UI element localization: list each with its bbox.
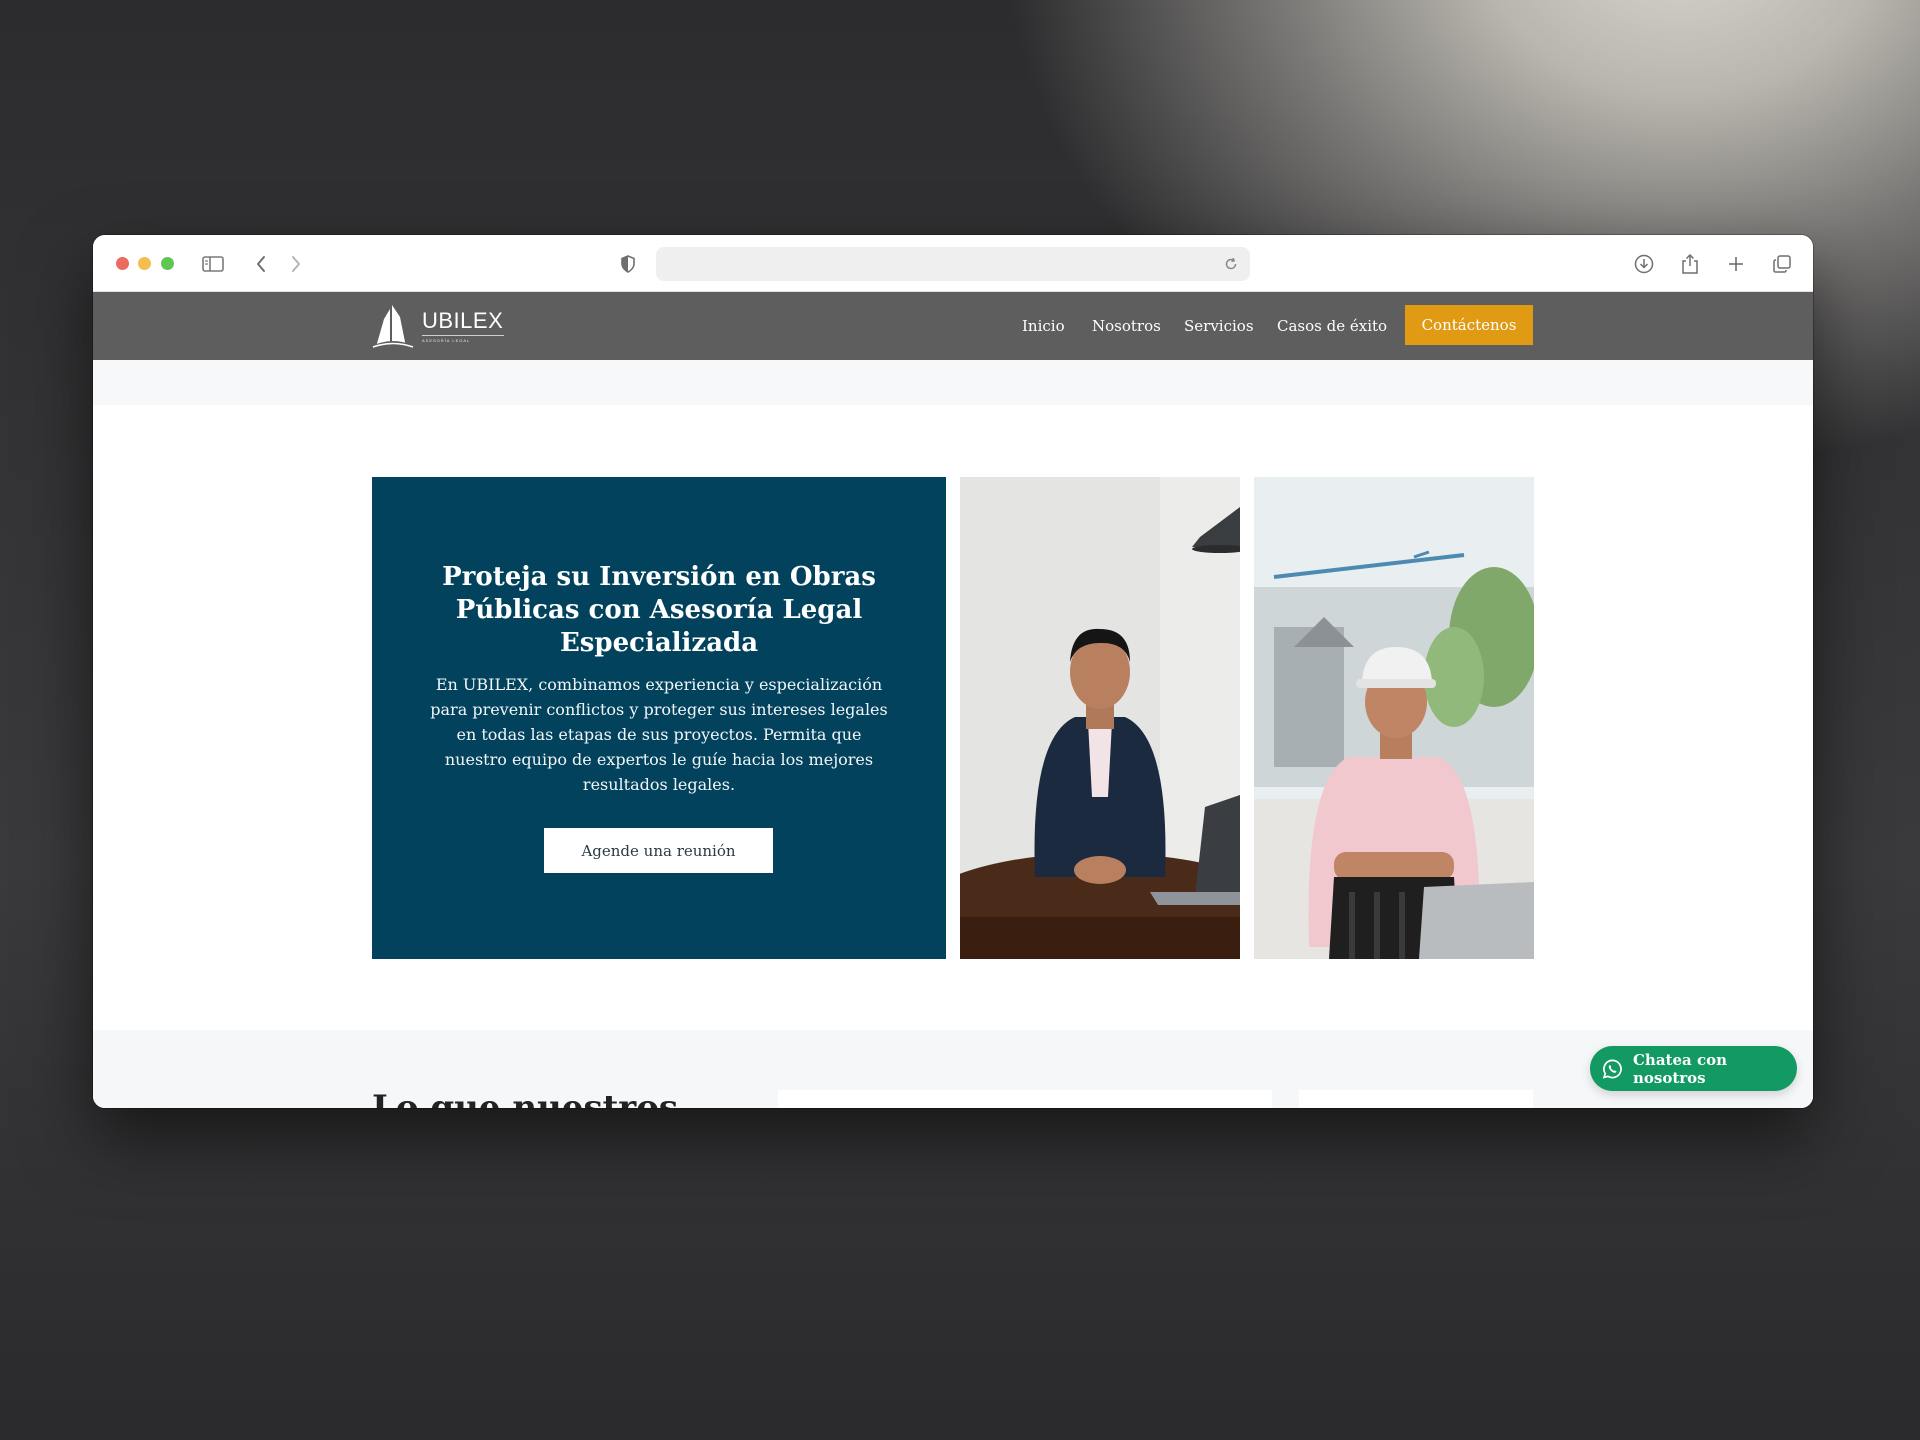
privacy-shield-icon[interactable] <box>615 251 641 277</box>
tab-overview-icon[interactable] <box>1769 251 1795 277</box>
minimize-window-button[interactable] <box>138 257 151 270</box>
sidebar-toggle-icon[interactable] <box>200 251 226 277</box>
new-tab-icon[interactable] <box>1723 251 1749 277</box>
logo-tagline: ASESORÍA LEGAL <box>422 335 504 343</box>
browser-window: UBILEX ASESORÍA LEGAL Inicio Nosotros Se… <box>93 235 1813 1108</box>
zoom-window-button[interactable] <box>161 257 174 270</box>
building-logo-icon <box>372 305 414 348</box>
testimonial-card <box>778 1090 1272 1108</box>
whatsapp-chat-button[interactable]: Chatea con nosotros <box>1590 1046 1797 1091</box>
downloads-icon[interactable] <box>1631 251 1657 277</box>
hero-title: Proteja su Inversión en Obras Públicas c… <box>442 562 876 658</box>
lawyer-office-photo <box>960 477 1240 959</box>
site-logo[interactable]: UBILEX ASESORÍA LEGAL <box>372 303 504 349</box>
light-band <box>93 360 1813 405</box>
contact-button[interactable]: Contáctenos <box>1405 305 1533 345</box>
address-bar[interactable] <box>656 247 1250 281</box>
nav-servicios[interactable]: Servicios <box>1184 317 1254 335</box>
site-header: UBILEX ASESORÍA LEGAL Inicio Nosotros Se… <box>93 292 1813 360</box>
webpage: UBILEX ASESORÍA LEGAL Inicio Nosotros Se… <box>93 292 1813 1108</box>
close-window-button[interactable] <box>116 257 129 270</box>
logo-wordmark: UBILEX <box>422 308 504 333</box>
engineer-construction-photo <box>1254 477 1534 959</box>
share-icon[interactable] <box>1677 251 1703 277</box>
nav-casos-de-exito[interactable]: Casos de éxito <box>1277 317 1387 335</box>
schedule-meeting-button[interactable]: Agende una reunión <box>544 828 773 873</box>
nav-inicio[interactable]: Inicio <box>1022 317 1065 335</box>
back-icon[interactable] <box>248 251 274 277</box>
reload-icon[interactable] <box>1218 251 1244 277</box>
forward-icon[interactable] <box>283 251 309 277</box>
whatsapp-icon <box>1602 1059 1622 1079</box>
testimonials-heading: Lo que nuestros <box>372 1088 679 1108</box>
chat-button-label: Chatea con nosotros <box>1632 1050 1728 1087</box>
browser-toolbar <box>93 235 1813 292</box>
hero-card: Proteja su Inversión en Obras Públicas c… <box>372 477 946 959</box>
testimonial-card <box>1299 1090 1533 1108</box>
nav-nosotros[interactable]: Nosotros <box>1092 317 1161 335</box>
hero-description: En UBILEX, combinamos experiencia y espe… <box>430 675 888 794</box>
